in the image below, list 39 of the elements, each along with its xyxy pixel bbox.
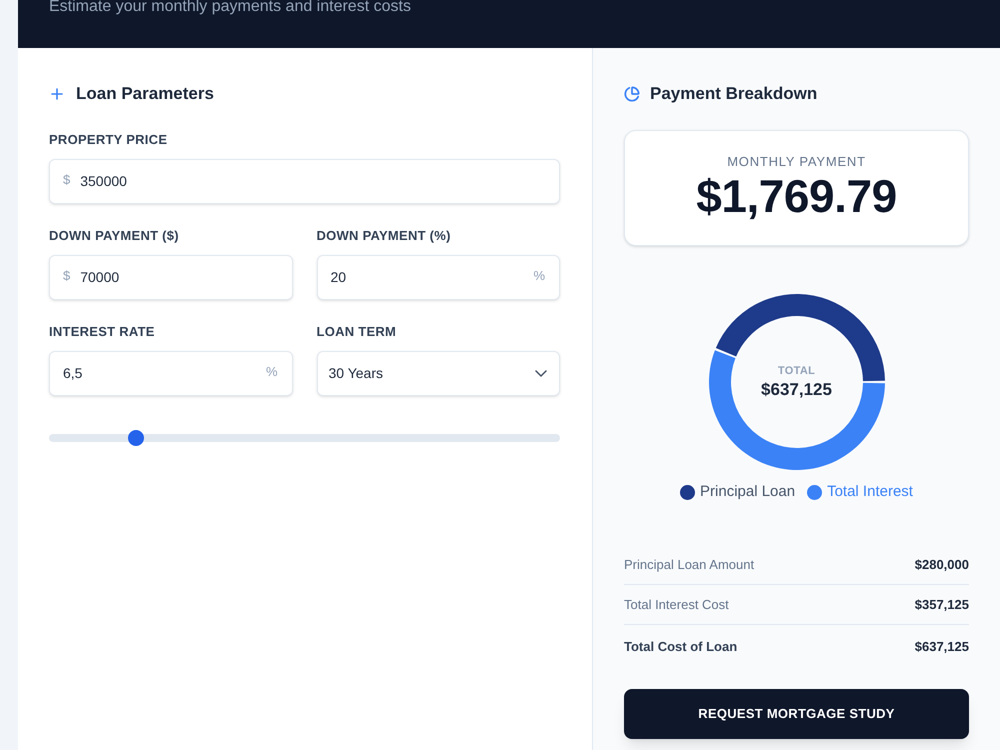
percent-sign: % <box>266 363 278 382</box>
monthly-payment-label: MONTHLY PAYMENT <box>727 154 866 170</box>
slider-thumb[interactable] <box>128 430 144 446</box>
percent-sign: % <box>533 267 546 286</box>
request-study-button[interactable]: REQUEST MORTGAGE STUDY <box>624 689 969 739</box>
summary-value: $637,125 <box>914 638 969 656</box>
summary-label: Total Cost of Loan <box>624 638 738 656</box>
legend-item[interactable]: Total Interest <box>807 483 913 501</box>
input-field[interactable]: 6,5 % <box>49 351 292 396</box>
field-label: LOAN TERM <box>316 324 398 340</box>
field-value: 6,5 <box>63 364 82 383</box>
field-value: 350000 <box>80 172 127 191</box>
field-label: DOWN PAYMENT (%) <box>316 228 452 244</box>
plus-icon <box>51 88 63 100</box>
donut-total-label: TOTAL <box>778 364 816 378</box>
dollar-sign: $ <box>63 171 70 190</box>
pie-chart-icon <box>624 86 640 102</box>
input-field[interactable]: 20 % <box>316 255 560 300</box>
field-value: 20 <box>330 268 346 287</box>
input-field[interactable]: $ 70000 <box>49 255 292 300</box>
donut-total-value: $637,125 <box>761 378 832 400</box>
dollar-sign: $ <box>63 267 70 286</box>
section-title: Loan Parameters <box>76 83 214 105</box>
section-title: Payment Breakdown <box>650 83 818 105</box>
field-value: 70000 <box>80 268 120 287</box>
field-label: INTEREST RATE <box>49 324 156 340</box>
summary-value: $280,000 <box>914 556 969 574</box>
field-label: DOWN PAYMENT ($) <box>49 228 180 244</box>
loan-term-select[interactable]: 30 Years <box>316 351 560 396</box>
summary-label: Principal Loan Amount <box>624 556 754 574</box>
legend-item[interactable]: Principal Loan <box>680 483 796 501</box>
legend-label: Total Interest <box>827 483 913 501</box>
summary-label: Total Interest Cost <box>624 596 729 614</box>
legend-label: Principal Loan <box>700 483 796 501</box>
field-label: PROPERTY PRICE <box>49 132 168 148</box>
input-field[interactable]: $ 350000 <box>49 159 560 204</box>
chevron-down-icon <box>535 370 547 377</box>
monthly-payment-amount: $1,769.79 <box>696 170 897 222</box>
summary-value: $357,125 <box>914 596 969 614</box>
